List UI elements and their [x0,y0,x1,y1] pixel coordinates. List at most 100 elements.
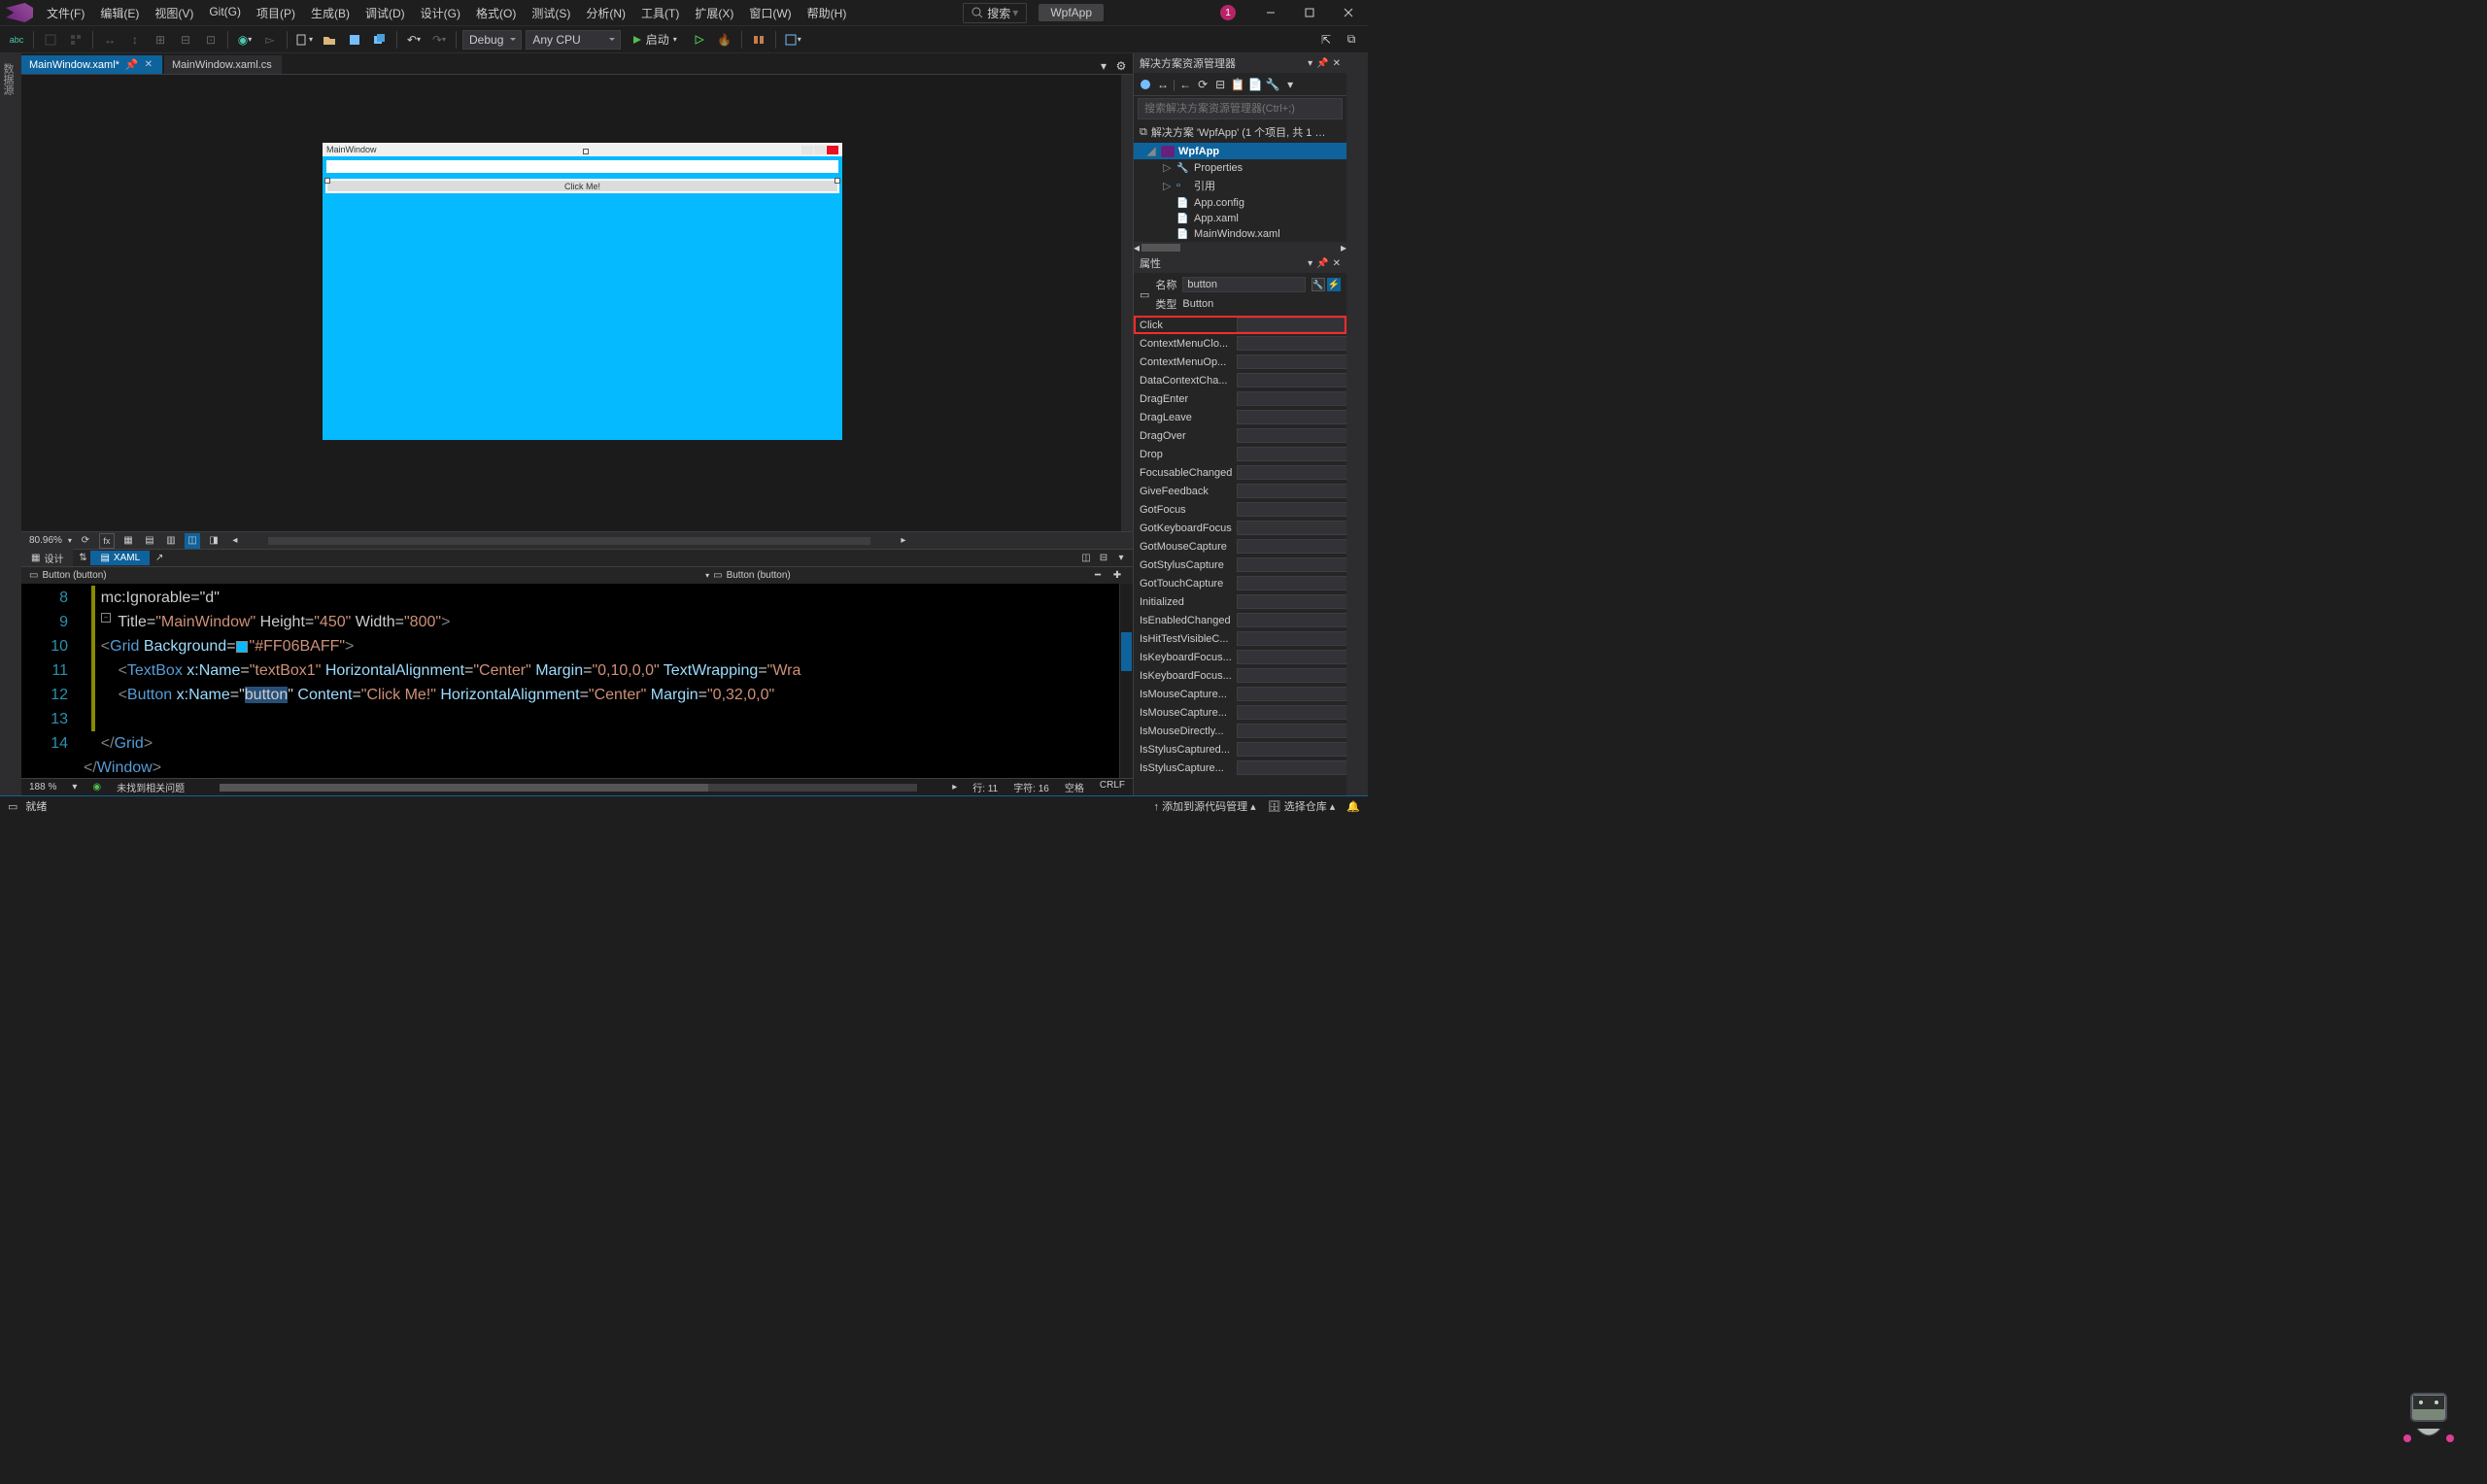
event-handler-input[interactable] [1237,521,1346,535]
layout-icon[interactable]: ◫ [185,533,200,549]
split-v-icon[interactable]: ⊟ [1096,551,1111,566]
document-tab[interactable]: MainWindow.xaml*📌✕ [21,55,162,74]
designer-vscroll[interactable] [1121,75,1133,531]
design-window[interactable]: MainWindow Click Me! [323,143,842,440]
left-tool-rail[interactable]: 数据源 [0,53,21,795]
hot-reload-button[interactable]: 🔥 [713,29,736,51]
close-button[interactable] [1329,0,1368,26]
source-control-button[interactable]: ↑ 添加到源代码管理 ▴ [1154,798,1256,814]
line-col[interactable]: 行: 11 [972,780,998,794]
overview-ruler[interactable] [1119,584,1133,778]
menu-item[interactable]: 格式(O) [468,1,524,25]
event-handler-input[interactable] [1237,613,1346,627]
line-ending[interactable]: CRLF [1100,780,1125,794]
repo-select-button[interactable]: 🗄 选择仓库 ▴ [1268,798,1336,814]
grid-icon[interactable]: ▦ [120,533,136,549]
issues-label[interactable]: 未找到相关问题 [117,780,185,794]
zoom-level[interactable]: 80.96% [29,535,62,546]
path-right[interactable]: Button (button) [727,570,791,581]
tool-btn[interactable]: ↕ [123,29,147,51]
home-icon[interactable] [1138,77,1153,92]
popout-icon[interactable]: ↗ [152,551,167,566]
refresh-icon[interactable]: ⟳ [1195,77,1210,92]
menu-item[interactable]: 编辑(E) [92,1,147,25]
event-handler-input[interactable] [1237,484,1346,498]
arrow-right-icon[interactable]: ▸ [896,533,911,549]
new-item-button[interactable]: ▾ [292,29,316,51]
event-handler-input[interactable] [1237,539,1346,554]
event-handler-input[interactable] [1237,668,1346,683]
tab-settings-button[interactable]: ⚙ [1113,58,1129,74]
char-pos[interactable]: 字符: 16 [1013,780,1049,794]
copy-icon[interactable]: 📄 [1247,77,1263,92]
event-handler-input[interactable] [1237,428,1346,443]
menu-item[interactable]: 窗口(W) [741,1,799,25]
event-handler-input[interactable] [1237,742,1346,757]
event-handler-input[interactable] [1237,631,1346,646]
snap-icon[interactable]: ▤ [142,533,157,549]
fx-icon[interactable]: fx [99,533,115,549]
solution-search-input[interactable] [1138,98,1343,119]
tool-btn[interactable]: ⊡ [199,29,222,51]
tool-btn[interactable]: ▾ [781,29,804,51]
menu-item[interactable]: 视图(V) [147,1,201,25]
split-h-icon[interactable]: ◫ [1078,551,1094,566]
arrow-icon[interactable]: ◂ [227,533,243,549]
solution-search[interactable] [1138,98,1343,119]
menu-item[interactable]: 工具(T) [633,1,687,25]
tree-item[interactable]: ▷引用 [1134,176,1346,195]
start-no-debug-button[interactable] [688,29,711,51]
editor-content[interactable]: mc:Ignorable="d" Title="MainWindow" Heig… [84,584,1119,778]
design-button-selected[interactable]: Click Me! [326,180,838,192]
editor-hscroll[interactable] [220,784,917,792]
design-tab[interactable]: ▦ 设计 [21,549,73,567]
design-textbox[interactable] [326,160,838,173]
event-handler-input[interactable] [1237,687,1346,701]
menu-item[interactable]: Git(G) [201,1,249,25]
document-tab[interactable]: MainWindow.xaml.cs [164,55,282,74]
output-icon[interactable]: ▭ [8,800,17,813]
panel-close-icon[interactable]: ✕ [1333,258,1341,269]
select-mode-button[interactable]: abc [5,29,28,51]
save-all-button[interactable] [368,29,392,51]
events-mode-button[interactable]: ⚡ [1327,278,1341,291]
xaml-designer-surface[interactable]: MainWindow Click Me! [21,75,1133,531]
menu-item[interactable]: 设计(G) [413,1,468,25]
event-handler-input[interactable] [1237,336,1346,351]
open-button[interactable] [318,29,341,51]
nav-back-button[interactable]: ◉▾ [233,29,256,51]
tool-btn[interactable]: ⊞ [149,29,172,51]
solution-root[interactable]: ⧉解决方案 'WpfApp' (1 个项目, 共 1 … [1134,121,1346,143]
preview-icon[interactable]: ▾ [1282,77,1298,92]
nav-fwd-button[interactable]: ▻ [258,29,282,51]
tree-item[interactable]: App.config [1134,195,1346,211]
panel-dropdown-icon[interactable]: ▾ [1308,58,1312,69]
menu-item[interactable]: 文件(F) [39,1,92,25]
menu-item[interactable]: 扩展(X) [687,1,741,25]
properties-icon[interactable]: 🔧 [1265,77,1280,92]
event-handler-input[interactable] [1237,354,1346,369]
event-handler-input[interactable] [1237,594,1346,609]
event-handler-input[interactable] [1237,760,1346,775]
event-handler-input[interactable] [1237,410,1346,424]
event-handler-input[interactable] [1237,465,1346,480]
undo-button[interactable]: ↶▾ [402,29,426,51]
tree-item[interactable]: MainWindow.xaml [1134,226,1346,242]
user-badge[interactable]: 1 [1220,5,1236,20]
event-handler-input[interactable] [1237,391,1346,406]
pin-icon[interactable]: 📌 [1316,258,1328,269]
menu-item[interactable]: 分析(N) [578,1,633,25]
tree-item[interactable]: App.xaml [1134,211,1346,226]
event-handler-input[interactable] [1237,502,1346,517]
tool-btn[interactable] [747,29,770,51]
designer-hscroll[interactable] [268,537,870,545]
tool-btn[interactable]: ⊟ [174,29,197,51]
event-handler-input[interactable] [1237,650,1346,664]
right-tool-rail[interactable] [1346,53,1368,795]
event-handler-input[interactable] [1237,318,1346,332]
project-node[interactable]: ◢ WpfApp [1134,143,1346,159]
refresh-icon[interactable]: ⟳ [78,533,93,549]
solution-hscroll[interactable]: ◂▸ [1134,242,1346,253]
sync-icon[interactable]: ↔ [1155,77,1171,92]
event-handler-input[interactable] [1237,705,1346,720]
